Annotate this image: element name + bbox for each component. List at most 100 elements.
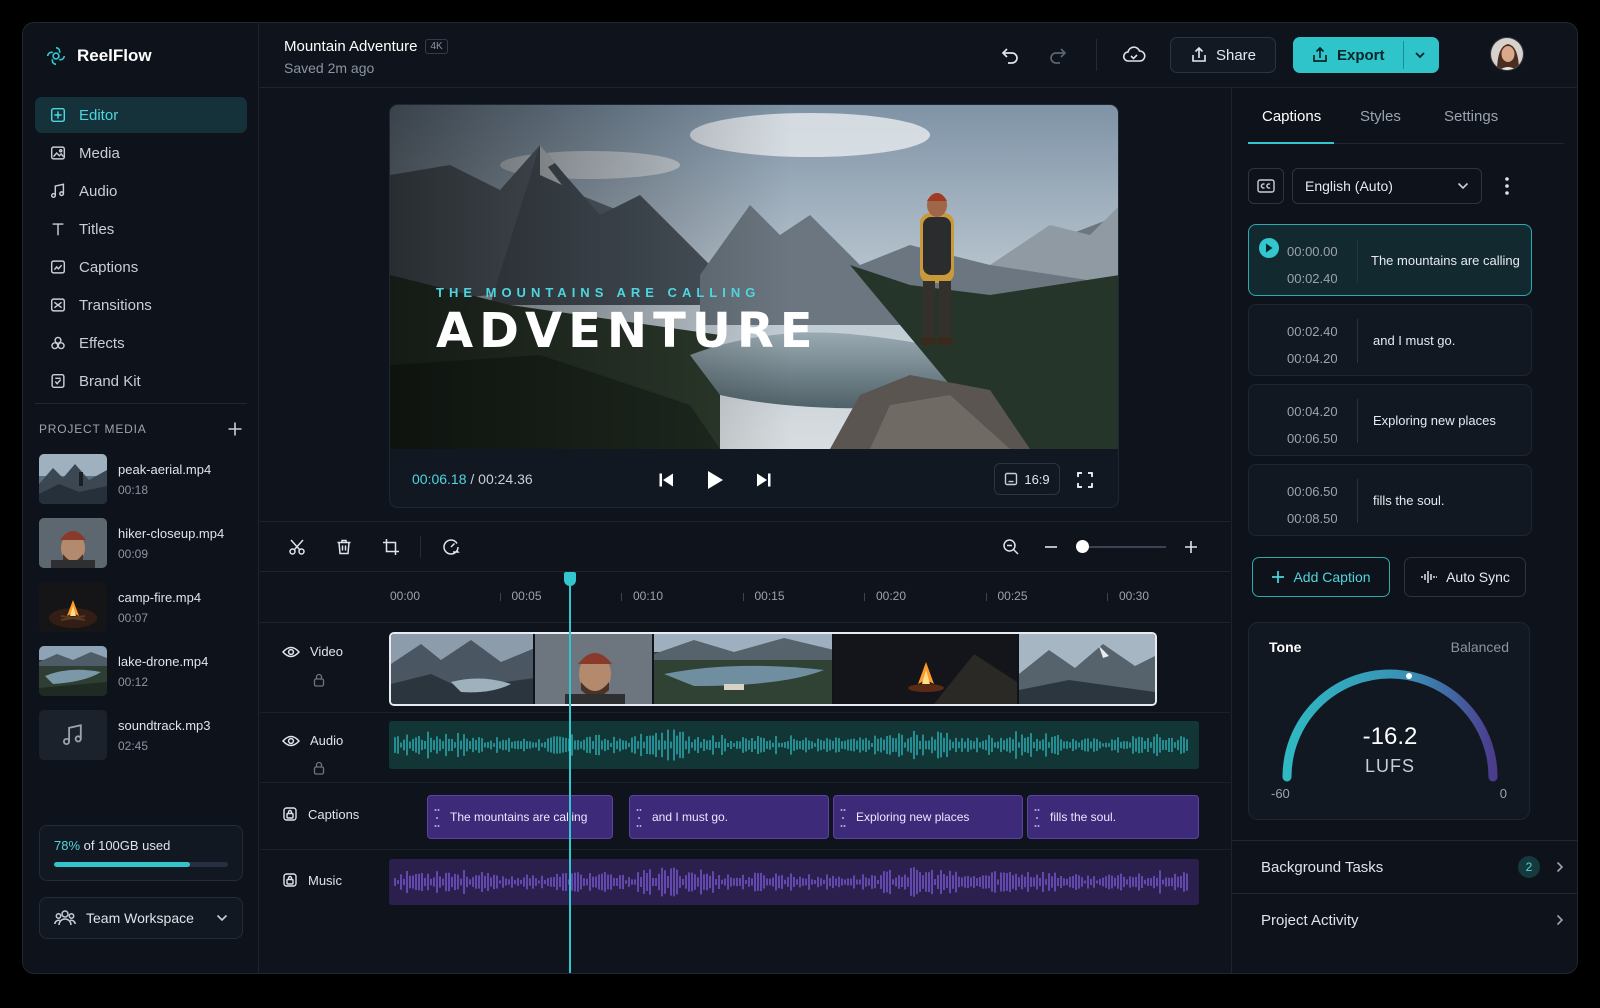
zoom-slider-thumb[interactable]	[1076, 540, 1089, 553]
lock-icon[interactable]	[282, 806, 298, 822]
lock-icon[interactable]	[313, 761, 325, 775]
video-clip[interactable]	[534, 634, 655, 704]
sidebar-item-label: Media	[79, 144, 120, 162]
sidebar-item-media[interactable]: Media	[35, 135, 247, 171]
cloud-sync-button[interactable]	[1120, 41, 1148, 69]
header-divider	[1096, 39, 1097, 71]
delete-button[interactable]	[333, 536, 355, 558]
export-button[interactable]: Export	[1293, 37, 1439, 73]
media-item-peak-aerial[interactable]: peak-aerial.mp4 00:18	[39, 453, 243, 505]
tab-settings[interactable]: Settings	[1444, 108, 1498, 125]
more-options-icon[interactable]	[1504, 176, 1510, 196]
drag-handle-icon[interactable]	[434, 807, 440, 829]
sidebar-item-brand-kit[interactable]: Brand Kit	[35, 363, 247, 399]
drag-handle-icon[interactable]	[1034, 807, 1040, 829]
audio-waveform	[394, 729, 1188, 761]
caption-card[interactable]: 00:04.20 00:06.50 Exploring new places	[1248, 384, 1532, 456]
sidebar-item-label: Brand Kit	[79, 372, 141, 390]
caption-clip-text: and I must go.	[652, 810, 729, 824]
zoom-plus-button[interactable]	[1180, 536, 1202, 558]
caption-clip[interactable]: and I must go.	[629, 795, 829, 839]
share-button[interactable]: Share	[1170, 37, 1276, 73]
video-frame[interactable]: THE MOUNTAINS ARE CALLING ADVENTURE	[390, 105, 1118, 449]
caption-card[interactable]: 00:00.00 00:02.40 The mountains are calli…	[1248, 224, 1532, 296]
media-item-lake-drone[interactable]: lake-drone.mp4 00:12	[39, 645, 243, 697]
project-media-header: PROJECT MEDIA	[39, 421, 243, 437]
caption-clip[interactable]: fills the soul.	[1027, 795, 1199, 839]
fullscreen-button[interactable]	[1074, 469, 1096, 491]
audio-waveform-clip[interactable]	[389, 721, 1199, 769]
video-clip[interactable]	[391, 634, 535, 704]
closed-captions-button[interactable]	[1248, 168, 1284, 204]
play-caption-button[interactable]	[1259, 238, 1279, 258]
drag-handle-icon[interactable]	[840, 807, 846, 829]
redo-button[interactable]	[1046, 43, 1070, 67]
skip-forward-button[interactable]	[752, 469, 776, 491]
tab-styles[interactable]: Styles	[1360, 108, 1401, 125]
trash-icon	[337, 539, 351, 555]
media-item-soundtrack[interactable]: soundtrack.mp3 02:45	[39, 709, 243, 761]
video-clip-strip[interactable]	[389, 632, 1157, 706]
background-tasks-row[interactable]: Background Tasks 2	[1232, 840, 1577, 893]
timeline-ruler[interactable]: 00:00 00:05 00:10 00:15 00:20 00:25 00:30	[260, 573, 1230, 623]
track-name: Captions	[308, 806, 360, 822]
zoom-out-button[interactable]	[1000, 536, 1022, 558]
caption-card[interactable]: 00:02.40 00:04.20 and I must go.	[1248, 304, 1532, 376]
add-media-icon[interactable]	[227, 421, 243, 437]
playhead-handle[interactable]	[564, 572, 576, 586]
sidebar-item-transitions[interactable]: Transitions	[35, 287, 247, 323]
eye-icon[interactable]	[282, 734, 300, 748]
video-clip[interactable]	[1019, 634, 1155, 704]
media-item-hiker-closeup[interactable]: hiker-closeup.mp4 00:09	[39, 517, 243, 569]
playhead-line[interactable]	[569, 579, 571, 973]
video-preview: THE MOUNTAINS ARE CALLING ADVENTURE 00:0…	[389, 104, 1119, 508]
caption-card[interactable]: 00:06.50 00:08.50 fills the soul.	[1248, 464, 1532, 536]
sidebar-item-audio[interactable]: Audio	[35, 173, 247, 209]
zoom-minus-button[interactable]	[1040, 536, 1062, 558]
chevron-down-icon[interactable]	[1411, 46, 1429, 64]
speed-button[interactable]	[440, 536, 462, 558]
workspace-switcher[interactable]: Team Workspace	[39, 897, 243, 939]
music-waveform-clip[interactable]	[389, 859, 1199, 905]
caption-start: 00:02.40	[1287, 324, 1338, 339]
caption-text: and I must go.	[1373, 333, 1456, 348]
lock-icon[interactable]	[313, 673, 325, 687]
sidebar-item-editor[interactable]: Editor	[35, 97, 247, 133]
storage-indicator: 78% of 100GB used	[39, 825, 243, 881]
tab-captions[interactable]: Captions	[1262, 108, 1321, 125]
cloud-icon	[1122, 46, 1146, 62]
plus-icon	[1185, 541, 1197, 553]
media-name: lake-drone.mp4	[118, 653, 209, 669]
play-button[interactable]	[702, 467, 728, 493]
user-avatar[interactable]	[1490, 37, 1524, 71]
aspect-ratio-button[interactable]: 16:9	[994, 463, 1060, 495]
sidebar-item-captions[interactable]: Captions	[35, 249, 247, 285]
crop-button[interactable]	[380, 536, 402, 558]
skip-back-button[interactable]	[654, 469, 678, 491]
eye-icon[interactable]	[282, 645, 300, 659]
track-label-audio: Audio	[282, 733, 343, 748]
project-activity-row[interactable]: Project Activity	[1232, 893, 1577, 946]
language-select[interactable]: English (Auto)	[1292, 168, 1482, 204]
project-title[interactable]: Mountain Adventure	[284, 38, 417, 55]
caption-separator	[1357, 479, 1358, 523]
split-button[interactable]	[286, 536, 308, 558]
sidebar-item-effects[interactable]: Effects	[35, 325, 247, 361]
video-clip[interactable]	[833, 634, 1020, 704]
track-name: Audio	[310, 733, 344, 748]
undo-button[interactable]	[998, 43, 1022, 67]
video-clip[interactable]	[654, 634, 834, 704]
media-item-camp-fire[interactable]: camp-fire.mp4 00:07	[39, 581, 243, 633]
caption-clip[interactable]: Exploring new places	[833, 795, 1023, 839]
sidebar-item-titles[interactable]: Titles	[35, 211, 247, 247]
caption-clip[interactable]: The mountains are calling	[427, 795, 613, 839]
lock-icon[interactable]	[282, 872, 298, 888]
add-caption-button[interactable]: Add Caption	[1252, 557, 1390, 597]
timecode: 00:06.18 / 00:24.36	[412, 471, 533, 487]
ruler-tick-label: 00:15	[754, 589, 785, 603]
zoom-slider-track[interactable]	[1080, 546, 1166, 548]
auto-sync-button[interactable]: Auto Sync	[1404, 557, 1526, 597]
drag-handle-icon[interactable]	[636, 807, 642, 829]
brand[interactable]: ReelFlow	[45, 45, 152, 67]
caption-times: 00:04.20 00:06.50	[1287, 398, 1338, 452]
